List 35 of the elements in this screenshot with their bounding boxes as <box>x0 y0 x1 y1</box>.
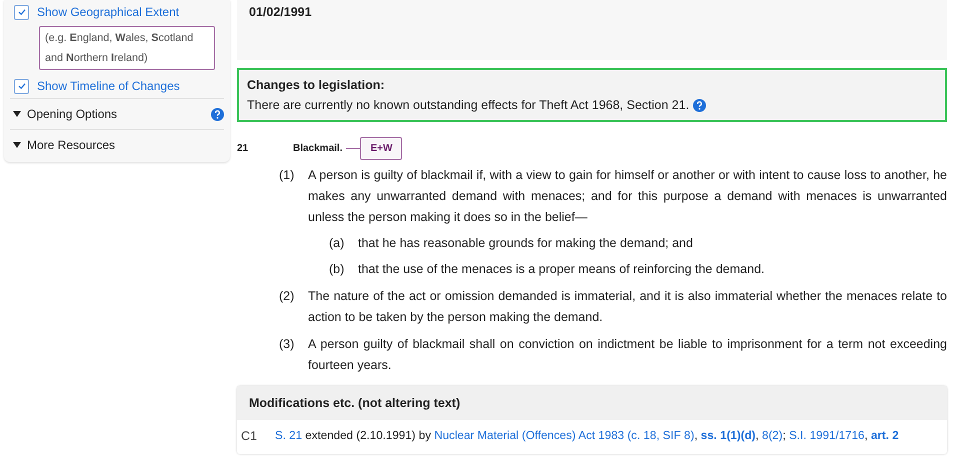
changes-text: There are currently no known outstanding effects for Theft Act 1968, Section 21. <box>247 98 690 112</box>
link[interactable]: ss. 1(1)(d) <box>700 429 756 442</box>
paragraph-text: that the use of the menaces is a proper means of reinforcing the demand. <box>358 261 766 278</box>
date-text: 01/02/1991 <box>249 5 312 19</box>
option-label[interactable]: Show Timeline of Changes <box>37 79 180 93</box>
section-title: Blackmail. <box>293 142 342 154</box>
section-number: 21 <box>237 142 250 154</box>
link[interactable]: Nuclear Material (Offences) Act 1983 (c. 18, SIF 8) <box>434 429 694 442</box>
paragraph-text: that he has reasonable grounds for making the demand; and <box>358 235 694 252</box>
check-icon <box>16 81 26 91</box>
extent-note: (e.g. England, Wales, Scotland and Northern Ireland) <box>39 26 215 70</box>
extent-tag: E+W <box>360 136 402 160</box>
paragraph-text: The nature of the act or omission demanded is immaterial, and it is also immaterial whether the menaces relate to action to be taken by the person making the demand. <box>308 288 947 326</box>
paragraph-number: (1) <box>279 167 296 184</box>
changes-title: Changes to legislation: <box>247 78 386 92</box>
modification-text: S. 21 extended (2.10.1991) by Nuclear Material (Offences) Act 1983 (c. 18, SIF 8), ss. 1(1)(d), 8(2); S.I. 1991/1716, art. 2 <box>275 429 899 443</box>
modifications-title: Modifications etc. (not altering text) <box>237 386 947 420</box>
paragraph-number: (a) <box>329 235 346 252</box>
paragraph-number: (2) <box>279 288 296 305</box>
link[interactable]: S.I. 1991/1716 <box>789 429 864 442</box>
link[interactable]: 8(2) <box>762 429 783 442</box>
checkbox[interactable] <box>14 78 29 94</box>
link[interactable]: art. 2 <box>870 429 899 442</box>
option-label[interactable]: Show Geographical Extent <box>37 5 180 19</box>
paragraph-text: A person guilty of blackmail shall on conviction on indictment be liable to imprisonment for a term not exceeding fourteen years. <box>308 336 947 374</box>
help-icon[interactable] <box>211 108 224 120</box>
checkbox[interactable] <box>14 4 29 20</box>
paragraph-number: (b) <box>329 261 346 278</box>
section-toggle[interactable]: Opening Options <box>27 107 205 121</box>
paragraph-number: (3) <box>279 336 296 353</box>
check-icon <box>16 7 26 17</box>
section-toggle[interactable]: More Resources <box>27 138 224 152</box>
link[interactable]: S. 21 <box>275 429 302 442</box>
help-icon[interactable] <box>693 98 706 112</box>
modification-code: C1 <box>241 429 258 443</box>
